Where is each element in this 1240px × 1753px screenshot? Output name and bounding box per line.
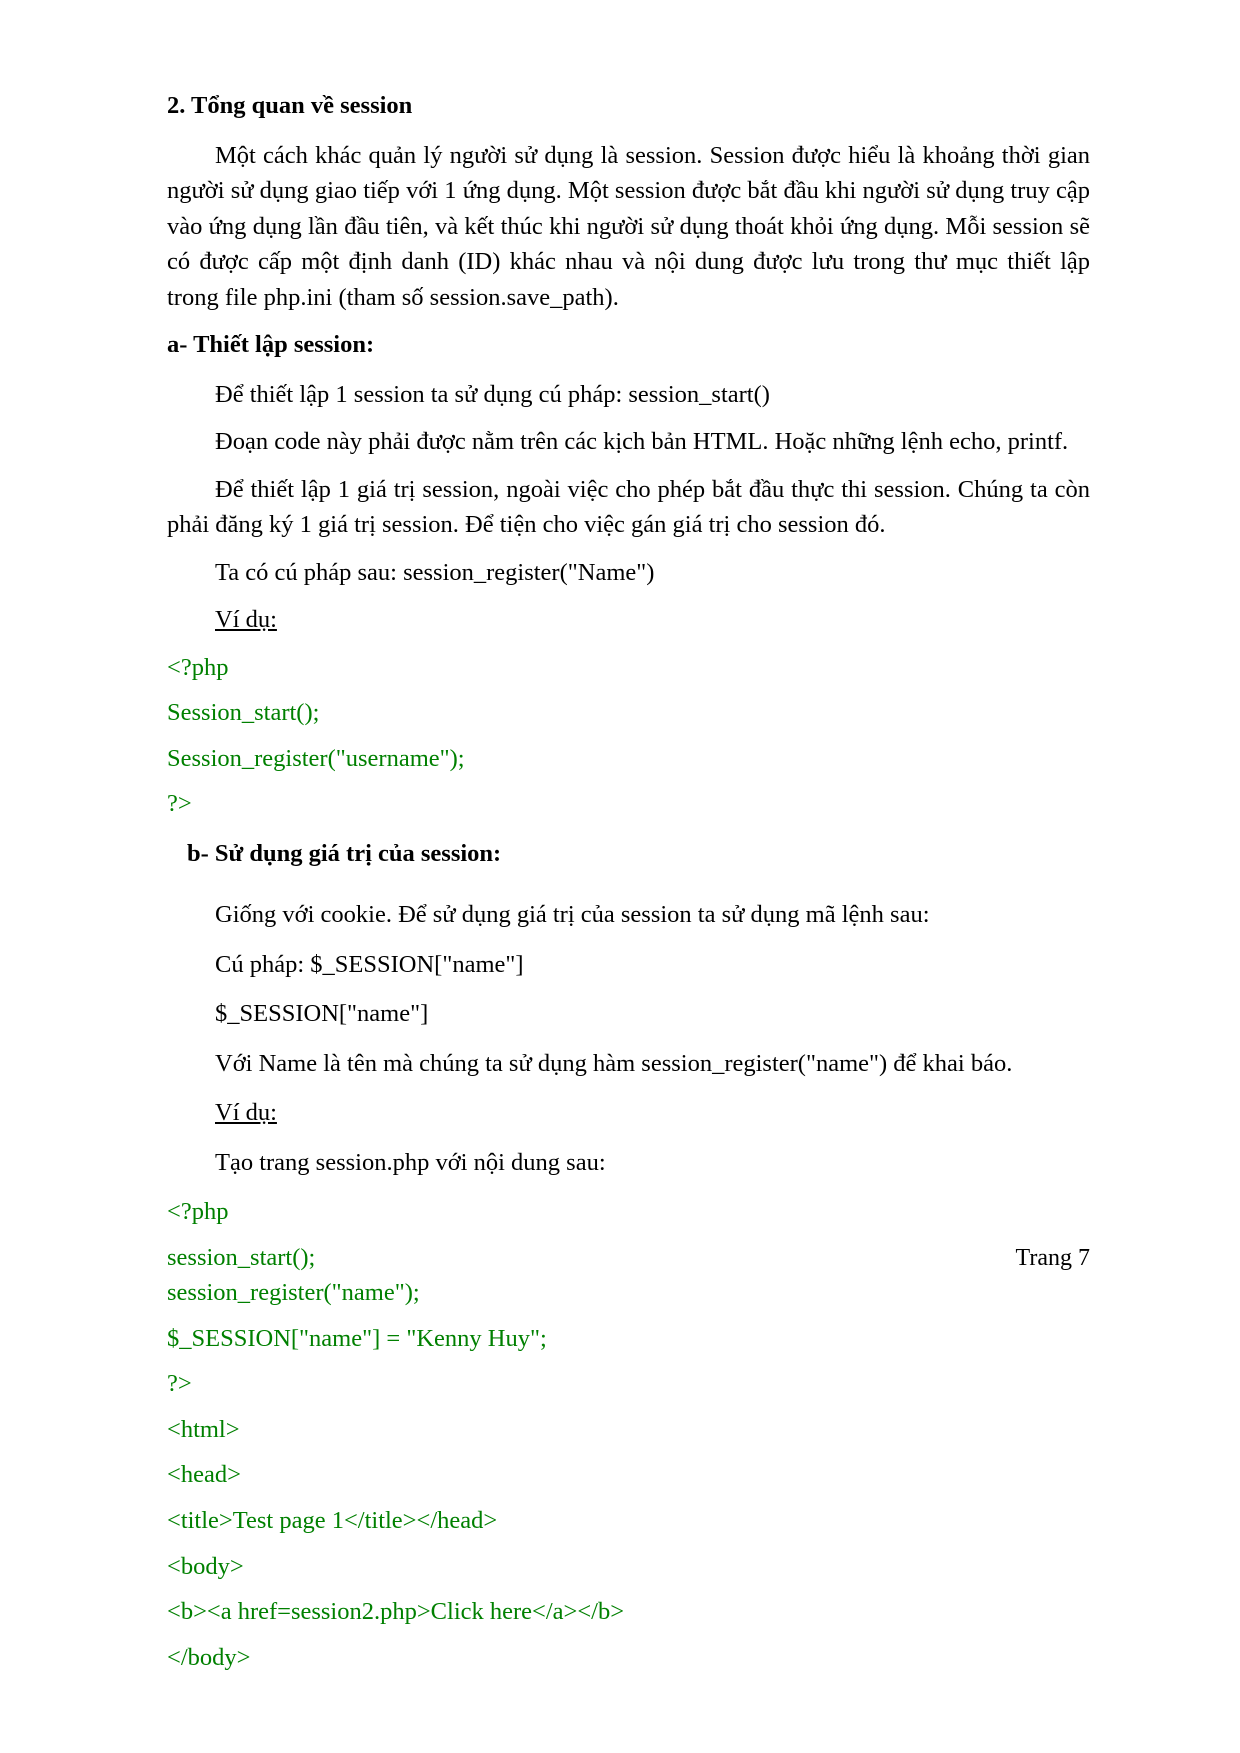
code2-line: session_register("name");	[167, 1275, 1090, 1311]
subsection-b-body: Giống với cookie. Để sử dụng giá trị của…	[215, 897, 1090, 1180]
intro-paragraph: Một cách khác quản lý người sử dụng là s…	[167, 138, 1090, 316]
subsection-b-title: b- Sử dụng giá trị của session:	[187, 836, 1090, 872]
code1-line: Session_start();	[167, 695, 1090, 731]
code1-line: Session_register("username");	[167, 741, 1090, 777]
code2-line: <head>	[167, 1457, 1090, 1493]
code2-line: <html>	[167, 1412, 1090, 1448]
example-label-1-text: Ví dụ:	[215, 606, 277, 633]
b-paragraph-4: Với Name là tên mà chúng ta sử dụng hàm …	[215, 1046, 1090, 1082]
content-area: 2. Tổng quan về session Một cách khác qu…	[167, 88, 1090, 1675]
code2-line: <body>	[167, 1549, 1090, 1585]
code2-line: ?>	[167, 1366, 1090, 1402]
page-number: Trang 7	[1016, 1245, 1090, 1272]
code1-line: ?>	[167, 786, 1090, 822]
a-paragraph-3: Để thiết lập 1 giá trị session, ngoài vi…	[167, 472, 1090, 543]
example-label-1: Ví dụ:	[215, 602, 1090, 638]
code2-line: <title>Test page 1</title></head>	[167, 1503, 1090, 1539]
code2-line: </body>	[167, 1640, 1090, 1676]
a-paragraph-2: Đoạn code này phải được nằm trên các kịc…	[167, 424, 1090, 460]
code2-tight-group: session_start(); session_register("name"…	[167, 1240, 1090, 1311]
code2-line: <b><a href=session2.php>Click here</a></…	[167, 1594, 1090, 1630]
b-paragraph-5: Tạo trang session.php với nội dung sau:	[215, 1145, 1090, 1181]
b-paragraph-2: Cú pháp: $_SESSION["name"]	[215, 947, 1090, 983]
example-label-2-text: Ví dụ:	[215, 1099, 277, 1126]
code-block-1: <?php Session_start(); Session_register(…	[167, 650, 1090, 822]
code2-line: $_SESSION["name"] = "Kenny Huy";	[167, 1321, 1090, 1357]
code2-line: <?php	[167, 1194, 1090, 1230]
section-title: 2. Tổng quan về session	[167, 88, 1090, 124]
code1-line: <?php	[167, 650, 1090, 686]
example-label-2: Ví dụ:	[215, 1095, 1090, 1131]
code-block-2: <?php session_start(); session_register(…	[167, 1194, 1090, 1675]
b-paragraph-1: Giống với cookie. Để sử dụng giá trị của…	[215, 897, 1090, 933]
a-paragraph-1: Để thiết lập 1 session ta sử dụng cú phá…	[167, 377, 1090, 413]
code2-line: session_start();	[167, 1240, 1090, 1276]
b-paragraph-3: $_SESSION["name"]	[215, 996, 1090, 1032]
subsection-a-title: a- Thiết lập session:	[167, 327, 1090, 363]
document-page: 2. Tổng quan về session Một cách khác qu…	[0, 0, 1240, 1753]
a-paragraph-4: Ta có cú pháp sau: session_register("Nam…	[167, 555, 1090, 591]
